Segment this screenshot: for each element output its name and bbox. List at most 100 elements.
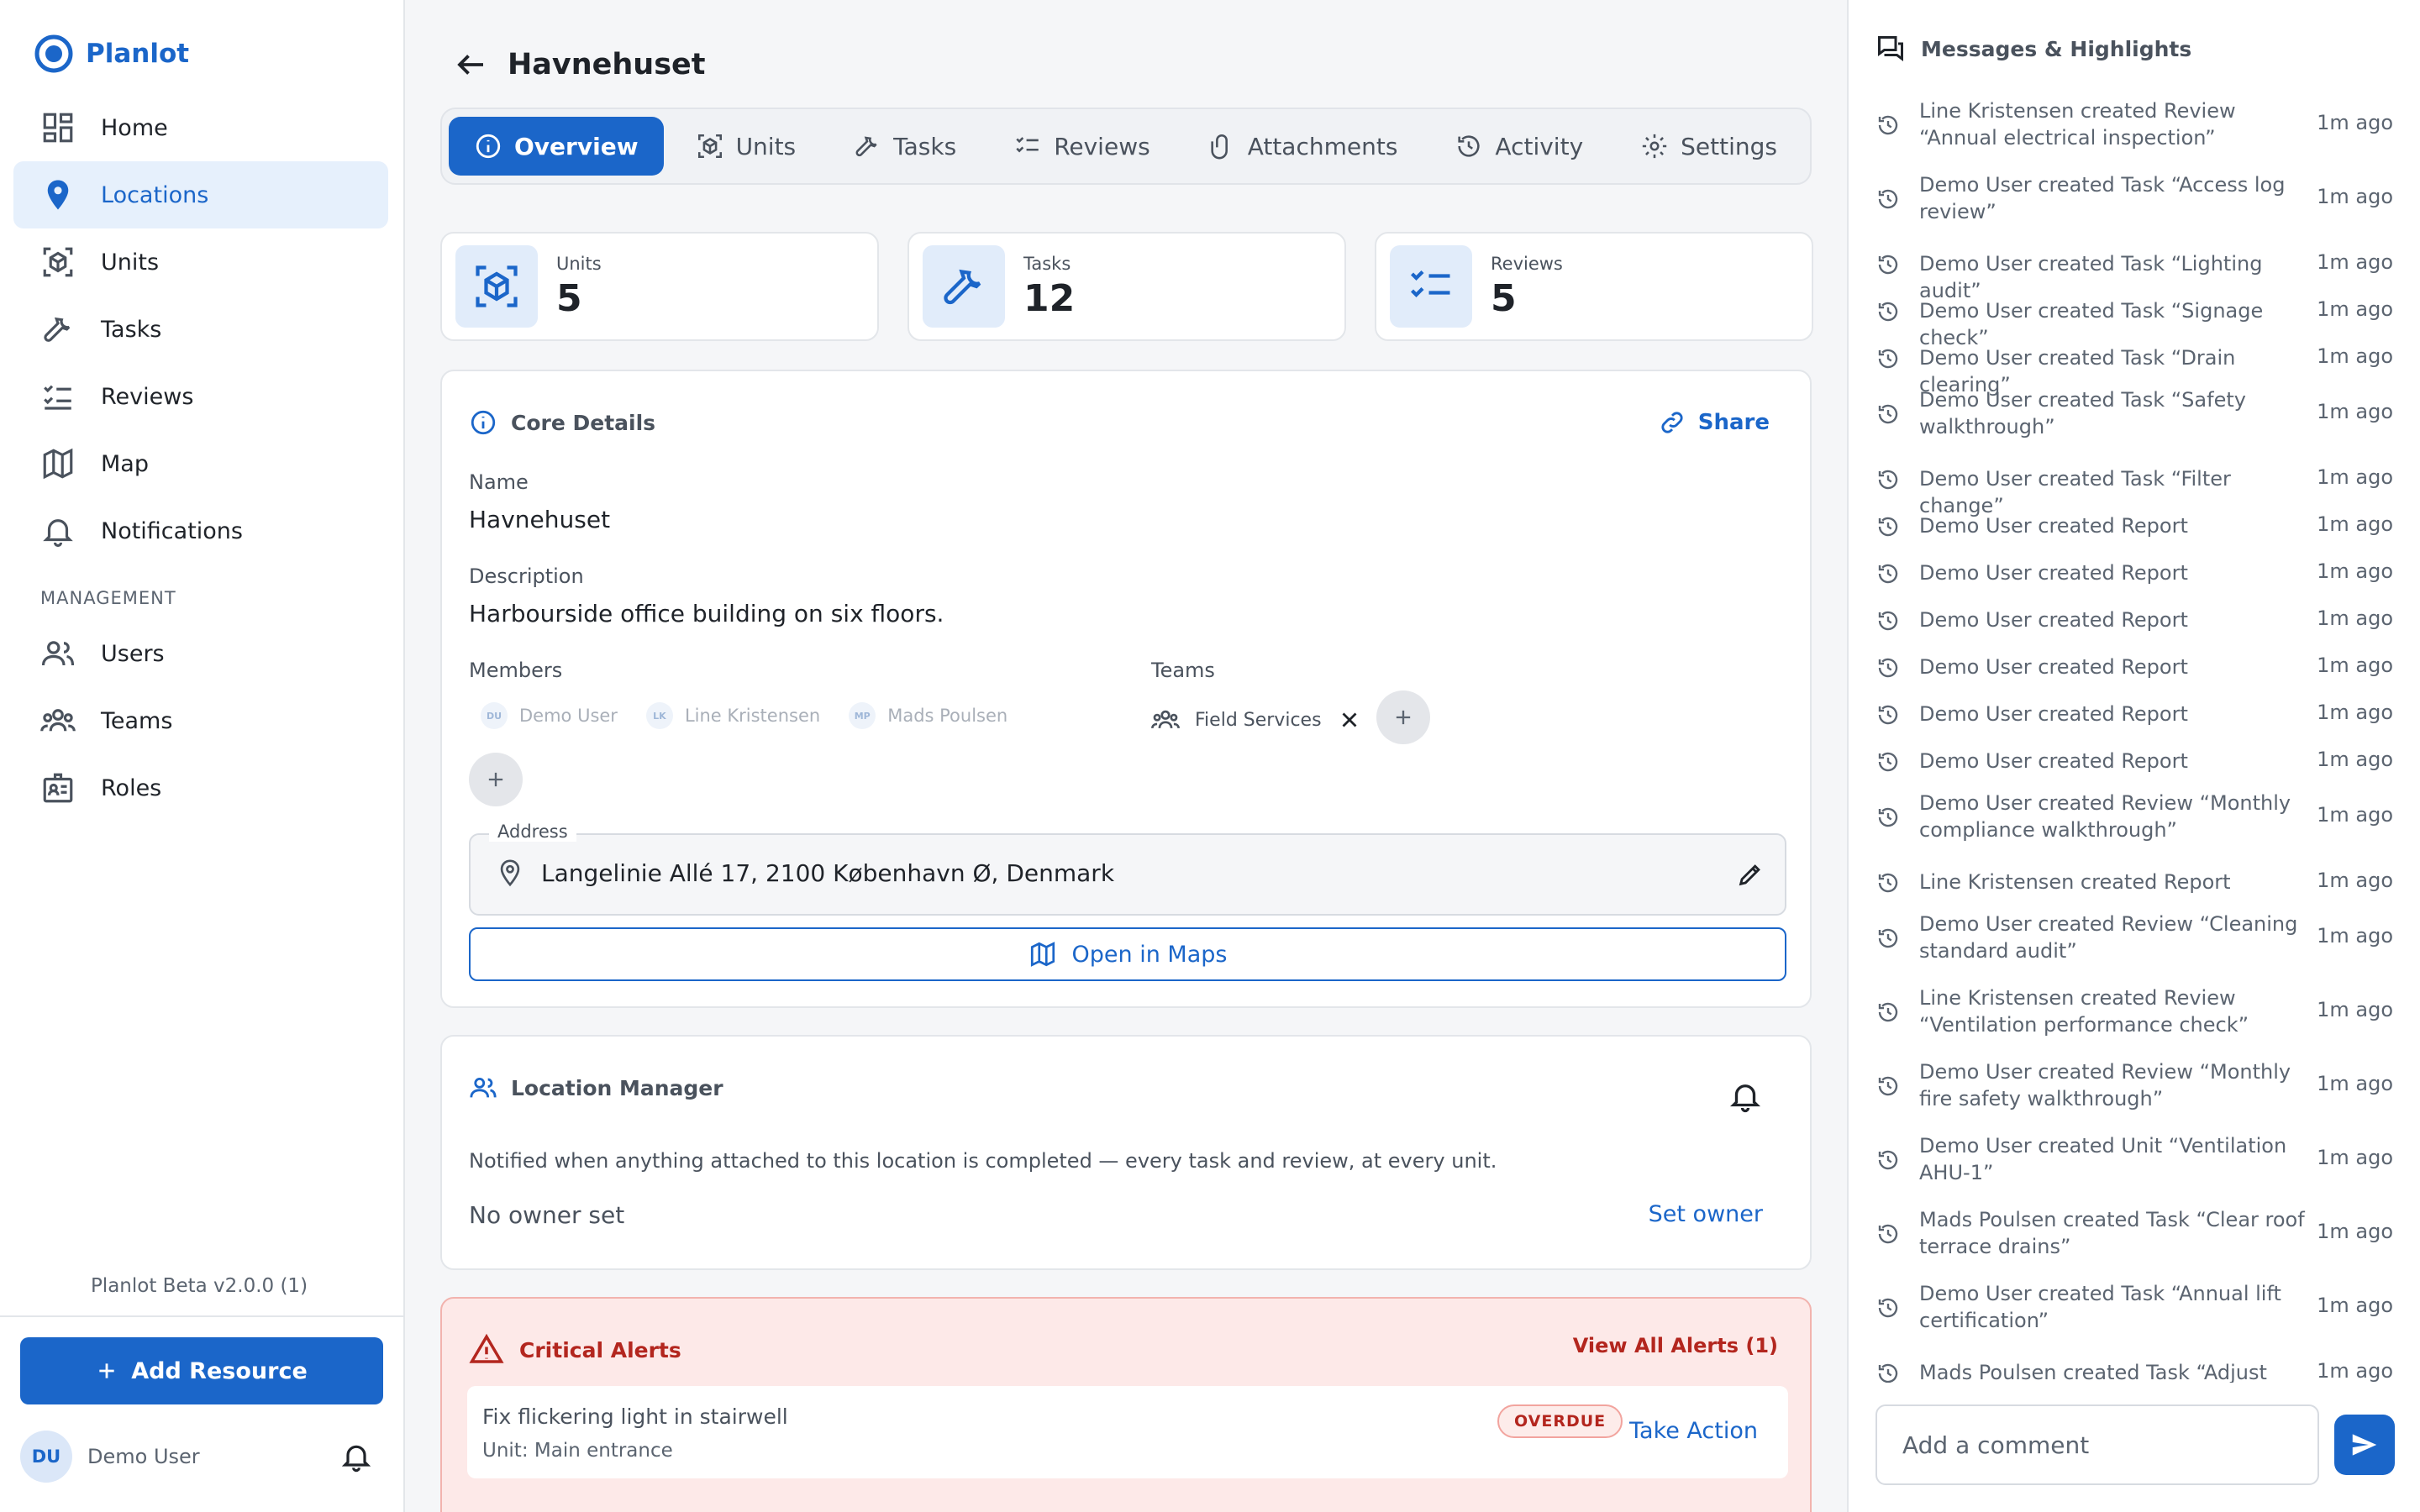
messages-panel: Messages & Highlights Line Kristensen cr…: [1847, 0, 2420, 1512]
tab-label: Tasks: [893, 132, 957, 160]
set-owner-button[interactable]: Set owner: [1649, 1201, 1763, 1227]
stat-value: 5: [556, 276, 582, 320]
tab-tasks[interactable]: Tasks: [828, 117, 981, 176]
sidebar-item-units[interactable]: Units: [13, 228, 388, 296]
feed-item[interactable]: Demo User created Report 1m ago: [1849, 596, 2420, 643]
feed-item[interactable]: Demo User created Review “Monthly compli…: [1849, 785, 2420, 858]
feed-item[interactable]: Demo User created Task “Safety walkthrou…: [1849, 381, 2420, 455]
feed-item[interactable]: Demo User created Task “Annual lift cert…: [1849, 1275, 2420, 1349]
feed-text: Mads Poulsen created Task “Adjust main: [1919, 1361, 2267, 1383]
stat-card-reviews[interactable]: Reviews 5: [1375, 232, 1813, 341]
feed-item[interactable]: Line Kristensen created Review “Ventilat…: [1849, 979, 2420, 1053]
close-icon[interactable]: [1337, 707, 1362, 732]
tab-reviews[interactable]: Reviews: [988, 117, 1176, 176]
history-icon: [1876, 346, 1901, 371]
sidebar-item-reviews[interactable]: Reviews: [13, 363, 388, 430]
core-details-card: Core Details Share Name Havnehuset Descr…: [440, 370, 1812, 1008]
feed-item[interactable]: Demo User created Task “Access log revie…: [1849, 166, 2420, 240]
send-button[interactable]: [2334, 1415, 2395, 1475]
add-team-button[interactable]: [1376, 690, 1430, 744]
team-chip[interactable]: Field Services: [1151, 706, 1362, 734]
feed-item[interactable]: Demo User created Task “Filter change” 1m…: [1849, 455, 2420, 517]
bell-icon[interactable]: [1728, 1079, 1763, 1114]
brand[interactable]: Planlot: [34, 34, 189, 74]
sidebar-item-teams[interactable]: Teams: [13, 687, 388, 754]
feed-item[interactable]: Demo User created Task “Signage check” 1m…: [1849, 287, 2420, 349]
tab-bar: Overview Units Tasks Reviews Attachments…: [440, 108, 1812, 185]
users-icon: [40, 636, 76, 671]
sidebar-item-label: Map: [101, 450, 149, 477]
tab-label: Units: [735, 132, 797, 160]
arrow-left-icon[interactable]: [454, 47, 489, 82]
card-title: Core Details: [469, 408, 655, 437]
stat-card-units[interactable]: Units 5: [440, 232, 879, 341]
feed-time: 1m ago: [2317, 606, 2393, 630]
current-user[interactable]: DU Demo User: [20, 1428, 373, 1485]
tab-activity[interactable]: Activity: [1429, 117, 1608, 176]
member-chip[interactable]: MP Mads Poulsen: [849, 702, 1007, 729]
tab-overview[interactable]: Overview: [449, 117, 664, 176]
feed-item[interactable]: Demo User created Report 1m ago: [1849, 690, 2420, 738]
feed-item[interactable]: Demo User created Review “Cleaning stand…: [1849, 906, 2420, 979]
tab-label: Activity: [1495, 132, 1584, 160]
feed-item[interactable]: Demo User created Report 1m ago: [1849, 738, 2420, 785]
tab-settings[interactable]: Settings: [1615, 117, 1802, 176]
feed-item[interactable]: Demo User created Report 1m ago: [1849, 502, 2420, 549]
activity-feed[interactable]: Line Kristensen created Review “Annual e…: [1849, 92, 2420, 1383]
main-nav: Home Locations Units Tasks Reviews Map N…: [13, 94, 388, 822]
feed-item[interactable]: Demo User created Task “Lighting audit” 1…: [1849, 240, 2420, 302]
page-header: Havnehuset: [454, 47, 706, 82]
add-member-button[interactable]: [469, 753, 523, 806]
feed-time: 1m ago: [2317, 465, 2393, 489]
open-in-maps-button[interactable]: Open in Maps: [469, 927, 1786, 981]
sidebar-item-tasks[interactable]: Tasks: [13, 296, 388, 363]
feed-item[interactable]: Line Kristensen created Report 1m ago: [1849, 858, 2420, 906]
teams-icon: [40, 703, 76, 738]
feed-text: Line Kristensen created Report: [1919, 870, 2231, 894]
feed-item[interactable]: Line Kristensen created Review “Annual e…: [1849, 92, 2420, 166]
comment-input[interactable]: [1876, 1404, 2319, 1485]
avatar: LK: [645, 702, 673, 729]
history-icon: [1876, 702, 1901, 727]
bell-icon[interactable]: [339, 1440, 373, 1473]
feed-time: 1m ago: [2317, 1220, 2393, 1243]
feed-text: Demo User created Report: [1919, 561, 2188, 585]
feed-time: 1m ago: [2317, 701, 2393, 724]
view-all-alerts-link[interactable]: View All Alerts (1): [1573, 1334, 1778, 1357]
take-action-button[interactable]: Take Action: [1629, 1418, 1758, 1444]
feed-item[interactable]: Demo User created Task “Drain clearing” 1…: [1849, 334, 2420, 396]
feed-item[interactable]: Mads Poulsen created Task “Adjust main 1m…: [1849, 1349, 2420, 1383]
sidebar-item-users[interactable]: Users: [13, 620, 388, 687]
history-icon: [1876, 655, 1901, 680]
feed-item[interactable]: Demo User created Unit “Ventilation AHU-…: [1849, 1127, 2420, 1201]
stat-card-tasks[interactable]: Tasks 12: [908, 232, 1346, 341]
pencil-icon[interactable]: [1736, 860, 1765, 889]
sidebar-item-home[interactable]: Home: [13, 94, 388, 161]
member-chip[interactable]: DU Demo User: [481, 702, 618, 729]
sidebar-item-map[interactable]: Map: [13, 430, 388, 497]
feed-item[interactable]: Demo User created Review “Monthly fire s…: [1849, 1053, 2420, 1127]
dashboard-icon: [40, 110, 76, 145]
gear-icon: [1640, 132, 1669, 160]
manager-description: Notified when anything attached to this …: [469, 1149, 1497, 1173]
sidebar-item-notifications[interactable]: Notifications: [13, 497, 388, 564]
feed-item[interactable]: Demo User created Report 1m ago: [1849, 549, 2420, 596]
address-field[interactable]: Address Langelinie Allé 17, 2100 Københa…: [469, 822, 1786, 916]
member-chip[interactable]: LK Line Kristensen: [645, 702, 820, 729]
feed-time: 1m ago: [2317, 297, 2393, 321]
feed-text: Demo User created Report: [1919, 749, 2188, 773]
share-button[interactable]: Share: [1658, 408, 1770, 437]
sidebar-item-locations[interactable]: Locations: [13, 161, 388, 228]
tab-units[interactable]: Units: [671, 117, 822, 176]
feed-item[interactable]: Demo User created Report 1m ago: [1849, 643, 2420, 690]
checklist-icon: [1013, 132, 1042, 160]
cube-scan-icon: [455, 245, 538, 328]
tab-attachments[interactable]: Attachments: [1182, 117, 1423, 176]
members-list: DU Demo User LK Line Kristensen MP Mads Pou…: [481, 702, 1007, 729]
alert-item[interactable]: Fix flickering light in stairwell Unit: …: [467, 1386, 1788, 1478]
feed-item[interactable]: Mads Poulsen created Task “Clear roof te…: [1849, 1201, 2420, 1275]
add-resource-button[interactable]: Add Resource: [20, 1337, 383, 1404]
stat-value: 12: [1023, 276, 1076, 320]
sidebar-item-roles[interactable]: Roles: [13, 754, 388, 822]
history-icon: [1876, 805, 1901, 830]
